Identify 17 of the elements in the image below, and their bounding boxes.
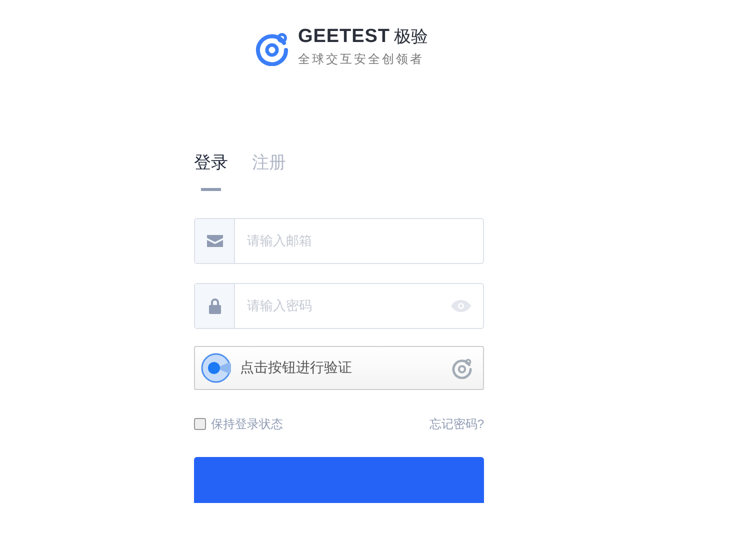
lock-icon xyxy=(208,298,220,314)
tagline: 全球交互安全创领者 xyxy=(298,51,425,68)
text-input[interactable]: 请输入密码 xyxy=(235,284,451,328)
login-button[interactable] xyxy=(194,456,484,502)
eye-icon[interactable] xyxy=(451,300,471,312)
brand-name: GEETEST xyxy=(298,27,390,46)
checkbox[interactable] xyxy=(194,418,206,430)
tab[interactable]: 登录 xyxy=(194,150,228,194)
input-field[interactable]: 请输入邮箱 xyxy=(194,218,484,264)
remember-label: 保持登录状态 xyxy=(211,416,283,432)
brand-name-cn: 极验 xyxy=(394,28,428,45)
mail-icon xyxy=(206,234,222,246)
logo-icon xyxy=(451,356,473,378)
radar-icon xyxy=(201,352,231,382)
captcha-button[interactable]: 点击按钮进行验证 xyxy=(194,346,484,390)
text-input[interactable]: 请输入邮箱 xyxy=(235,218,483,262)
input-field[interactable]: 请输入密码 xyxy=(194,282,484,328)
